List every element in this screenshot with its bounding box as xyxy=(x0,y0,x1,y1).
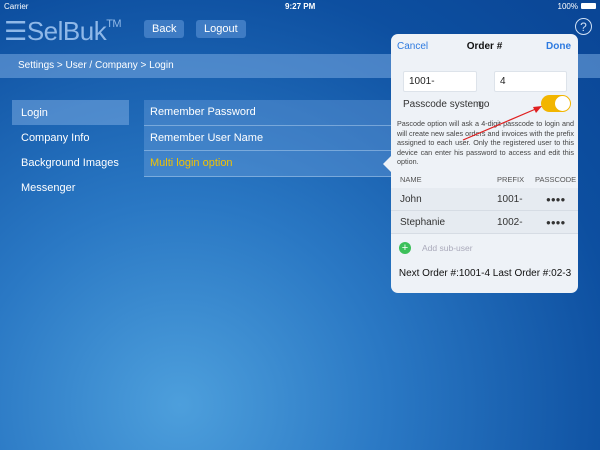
battery-icon xyxy=(581,3,596,9)
order-number-input[interactable]: 4 xyxy=(494,71,567,92)
add-icon[interactable]: + xyxy=(399,242,411,254)
add-sub-user-button[interactable]: Add sub-user xyxy=(422,243,473,253)
logout-button[interactable]: Logout xyxy=(196,20,246,38)
sidebar-item-company-info[interactable]: Company Info xyxy=(12,125,129,150)
sidebar-item-messenger[interactable]: Messenger xyxy=(12,175,129,200)
sidebar-item-login[interactable]: Login xyxy=(12,100,129,125)
menu-icon[interactable]: ☰ xyxy=(4,16,27,46)
table-row[interactable]: Stephanie 1002- ●●●● xyxy=(391,211,578,234)
order-summary: Next Order #:1001-4 Last Order #:02-3 xyxy=(398,268,572,279)
done-button[interactable]: Done xyxy=(546,41,571,52)
sidebar: Login Company Info Background Images Mes… xyxy=(12,100,129,200)
help-icon[interactable]: ? xyxy=(575,18,592,35)
login-options: Remember Password Remember User Name Mul… xyxy=(144,100,400,177)
app-logo[interactable]: ☰SelBukTM xyxy=(4,16,122,47)
back-button[interactable]: Back xyxy=(144,20,185,38)
popover-arrow xyxy=(383,156,391,172)
remember-password-option[interactable]: Remember Password xyxy=(144,100,400,126)
annotation-arrow xyxy=(462,106,542,141)
multi-login-option[interactable]: Multi login option xyxy=(144,151,400,177)
battery-level: 100% xyxy=(557,2,578,11)
clock: 9:27 PM xyxy=(285,2,316,11)
prefix-input[interactable]: 1001- xyxy=(403,71,477,92)
remember-user-name-option[interactable]: Remember User Name xyxy=(144,125,400,151)
table-row[interactable]: John 1001- ●●●● xyxy=(391,188,578,211)
sidebar-item-background-images[interactable]: Background Images xyxy=(12,150,129,175)
carrier: Carrier xyxy=(4,2,29,11)
status-bar: Carrier 9:27 PM 100% xyxy=(0,0,600,12)
